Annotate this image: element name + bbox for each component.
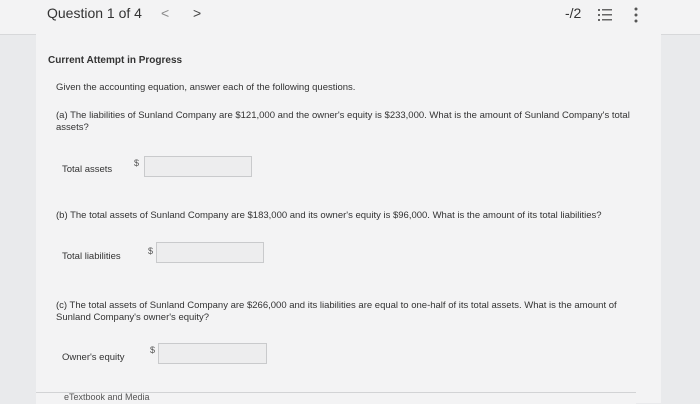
list-icon[interactable] [598,8,612,22]
question-intro: Given the accounting equation, answer ea… [56,82,356,93]
owners-equity-input[interactable] [158,343,267,364]
owners-equity-label: Owner's equity [62,352,125,363]
total-assets-label: Total assets [62,164,113,175]
currency-symbol: $ [148,246,154,256]
etextbook-media-section[interactable]: eTextbook and Media [36,392,636,404]
total-liabilities-input[interactable] [156,242,264,263]
total-liabilities-label: Total liabilities [62,251,121,262]
attempt-status-title: Current Attempt in Progress [48,55,183,66]
score-display: -/2 [565,5,582,21]
currency-symbol: $ [134,158,140,168]
part-b-question: (b) The total assets of Sunland Company … [56,210,602,221]
currency-symbol: $ [150,345,156,355]
part-c-question: (c) The total assets of Sunland Company … [56,300,617,323]
previous-question-button[interactable]: < [161,5,169,21]
part-a-question: (a) The liabilities of Sunland Company a… [56,110,630,133]
more-vertical-icon[interactable] [634,7,638,23]
question-counter: Question 1 of 4 [47,5,142,21]
question-header: Question 1 of 4 < > -/2 [0,0,700,35]
total-assets-input[interactable] [144,156,252,177]
etextbook-media-label: eTextbook and Media [64,392,150,402]
next-question-button[interactable]: > [193,5,201,21]
question-panel: Current Attempt in Progress Given the ac… [36,34,661,404]
